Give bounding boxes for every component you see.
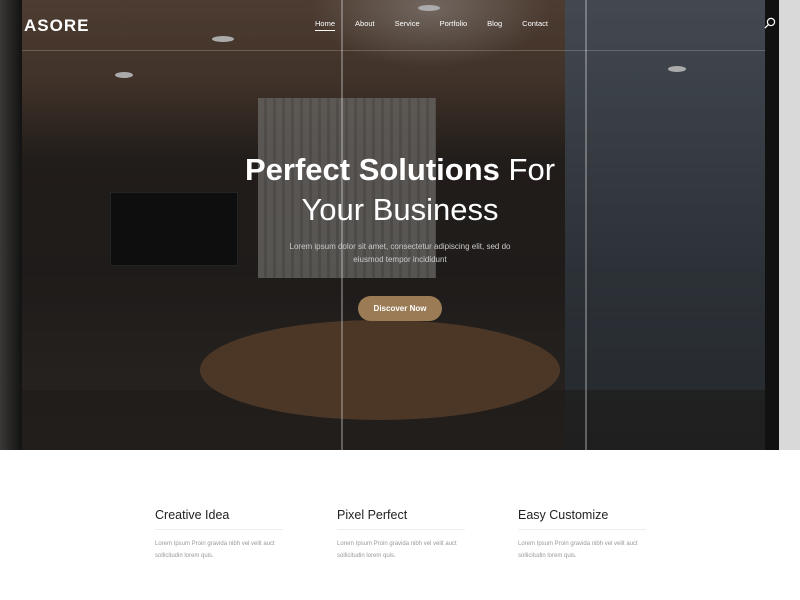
feature-title: Pixel Perfect [337,508,465,530]
discover-now-button[interactable]: Discover Now [358,296,442,321]
feature-text: Lorem Ipsum Proin gravida nibh vel velit… [337,541,457,559]
search-icon[interactable] [764,17,776,29]
nav-contact[interactable]: Contact [522,19,548,31]
feature-card: Easy Customize Lorem Ipsum Proin gravida… [518,508,646,562]
main-nav: Home About Service Portfolio Blog Contac… [315,19,548,31]
feature-title: Easy Customize [518,508,646,530]
hero-subtitle: Lorem ipsum dolor sit amet, consectetur … [289,242,511,264]
nav-home[interactable]: Home [315,19,336,31]
hero-title-line2: Your Business [301,192,499,227]
nav-about[interactable]: About [355,19,375,31]
hero-section: ASORE Home About Service Portfolio Blog … [0,0,800,450]
feature-title: Creative Idea [155,508,283,530]
hero-title: Perfect Solutions For [244,152,556,187]
logo[interactable]: ASORE [24,16,89,36]
feature-text: Lorem Ipsum Proin gravida nibh vel velit… [518,541,638,559]
feature-text: Lorem Ipsum Proin gravida nibh vel velit… [155,541,275,559]
nav-blog[interactable]: Blog [487,19,502,31]
nav-service[interactable]: Service [395,19,420,31]
feature-card: Creative Idea Lorem Ipsum Proin gravida … [155,508,283,562]
header-divider [22,50,765,51]
feature-card: Pixel Perfect Lorem Ipsum Proin gravida … [337,508,465,562]
nav-portfolio[interactable]: Portfolio [440,19,468,31]
